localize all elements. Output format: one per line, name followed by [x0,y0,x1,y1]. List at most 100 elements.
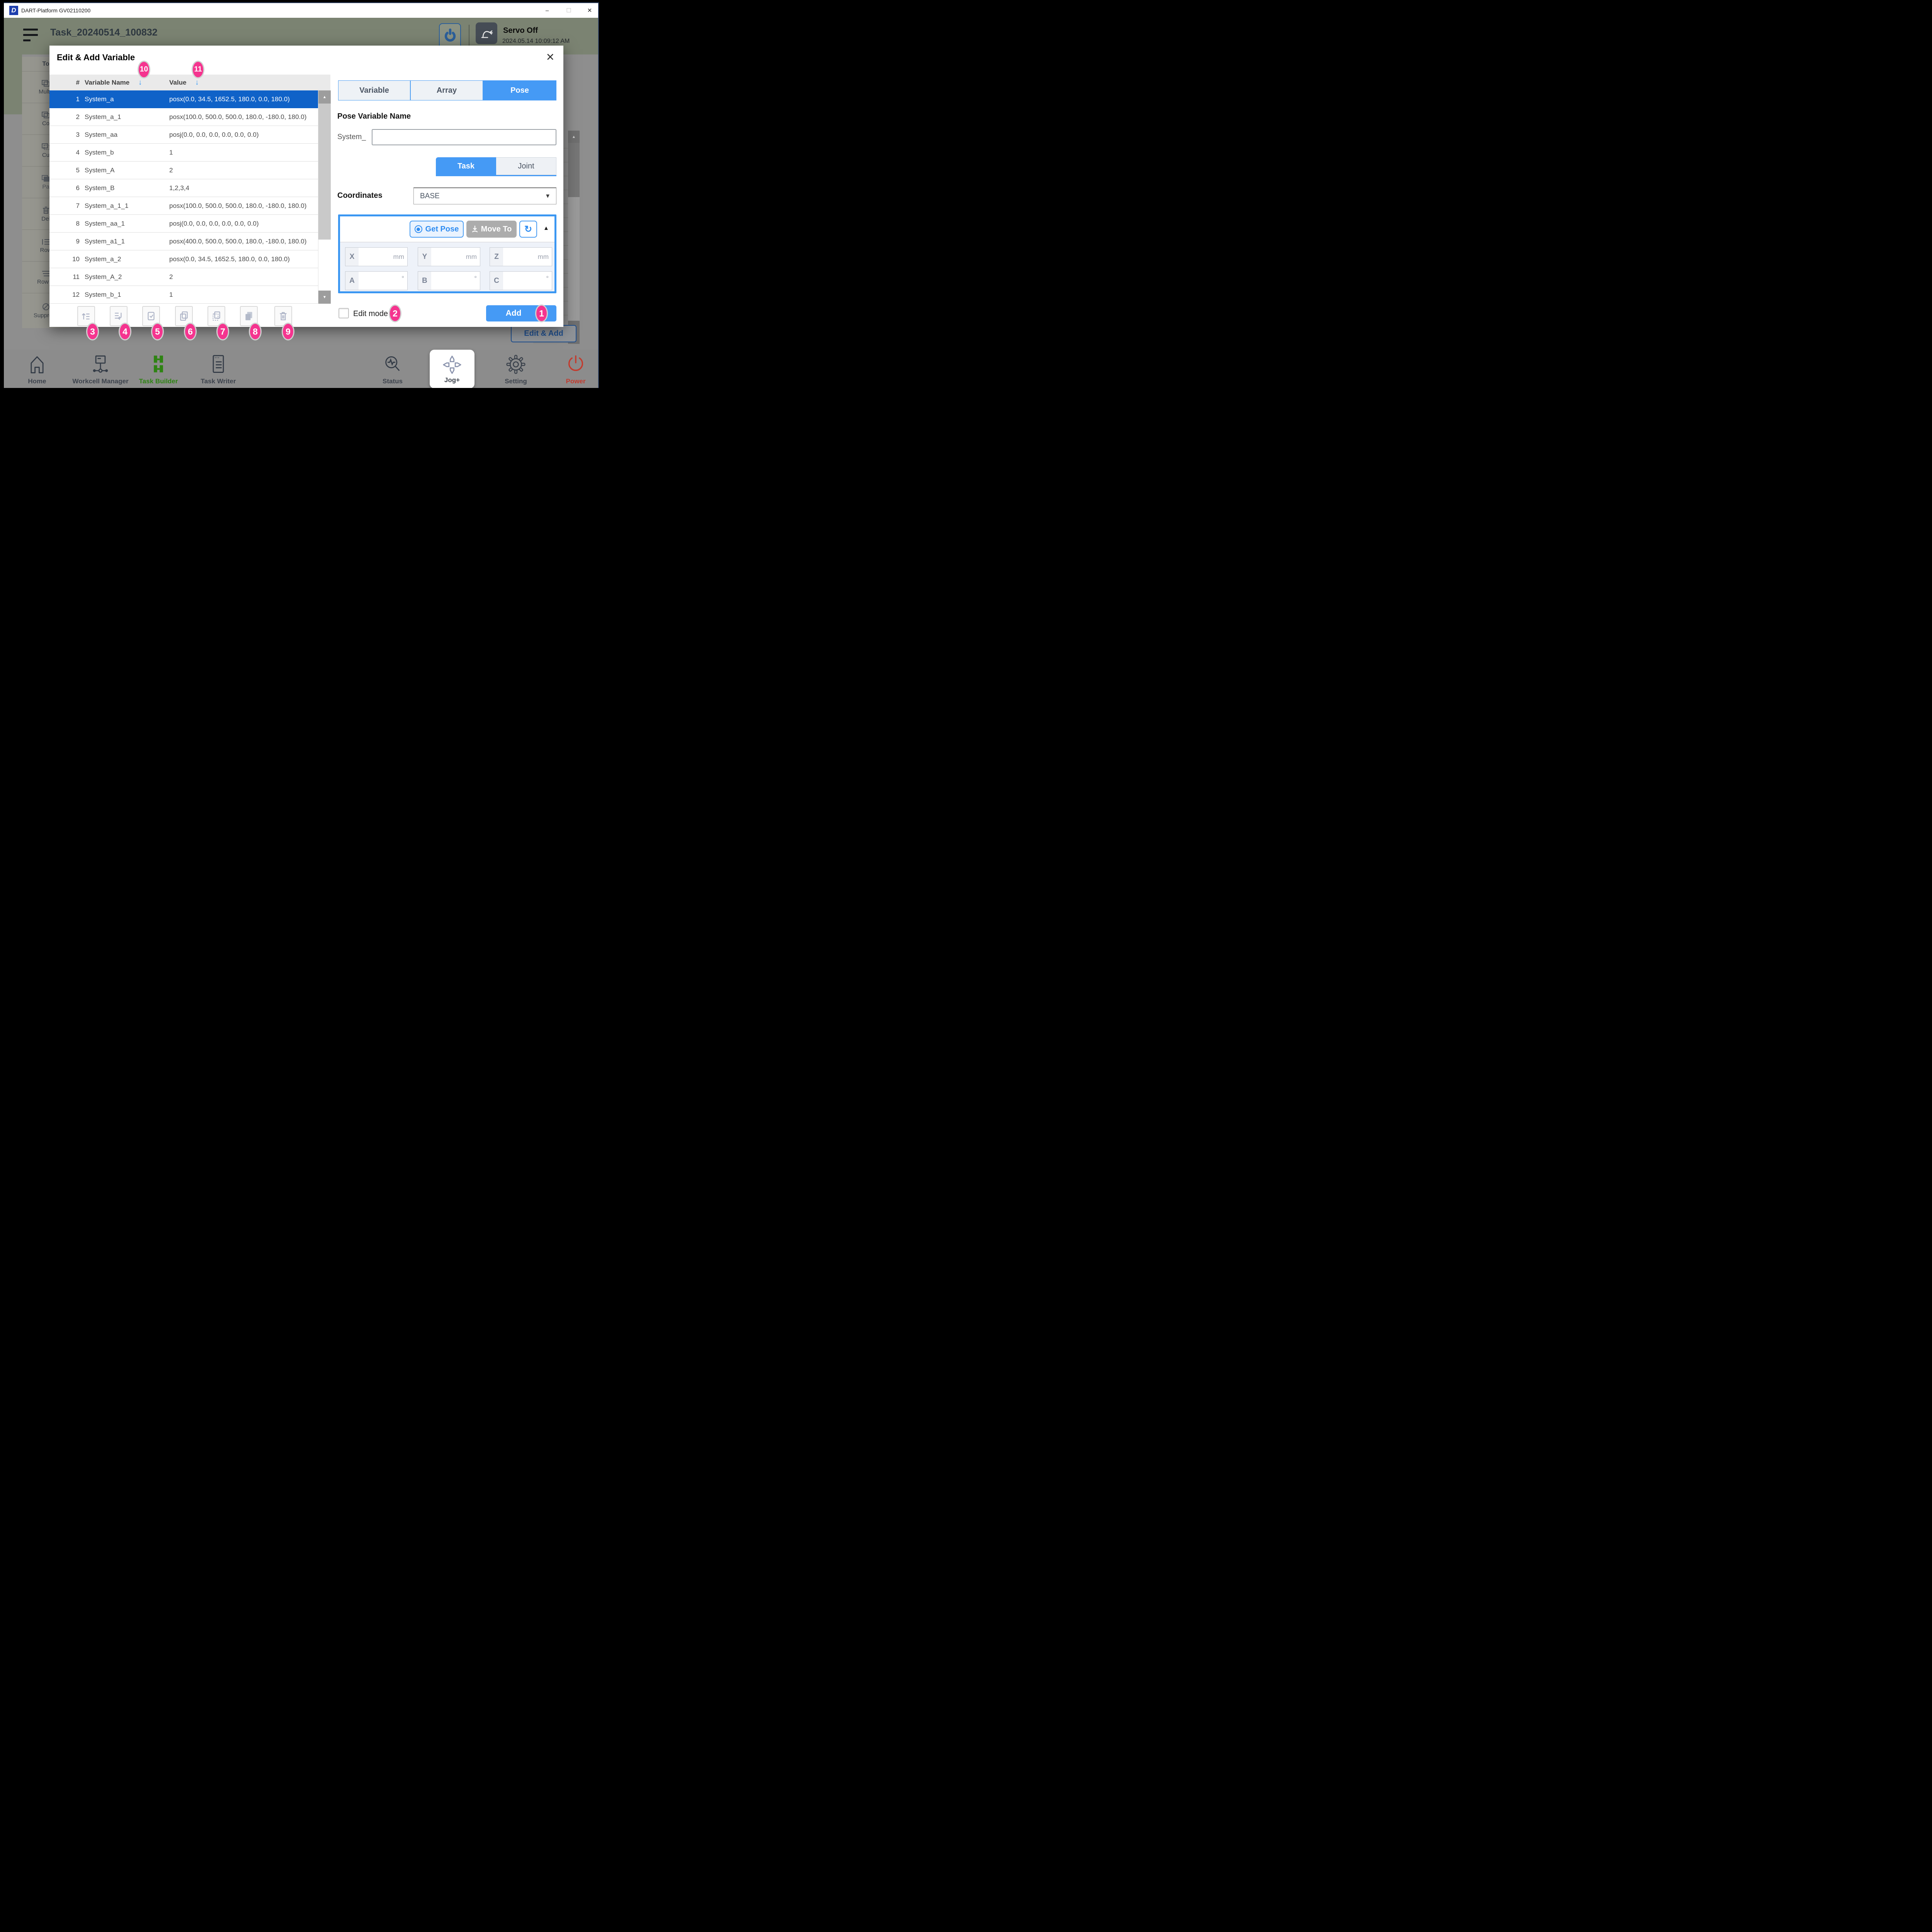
title-bar: D DART-Platform GV02110200 – ☐ ✕ [4,3,598,18]
pose-field-a[interactable]: A° [345,271,408,290]
table-row[interactable]: 6System_B1,2,3,4 [49,179,318,197]
minimize-button[interactable]: – [539,3,556,18]
annotation-badge-9: 9 [282,323,294,340]
tab-joint[interactable]: Joint [496,157,556,175]
maximize-button[interactable]: ☐ [560,3,577,18]
pose-field-x[interactable]: Xmm [345,247,408,266]
annotation-badge-7: 7 [216,323,229,340]
task-builder-icon [148,353,168,376]
row-insert-icon [41,238,51,246]
paste-icon [41,175,51,182]
refresh-button[interactable]: ↻ [519,221,537,238]
col-variable-name: Variable Name [85,79,129,87]
power-icon [566,353,586,376]
annotation-badge-5: 5 [151,323,164,340]
scroll-down-icon[interactable]: ▼ [318,291,331,304]
home-icon [27,353,47,376]
pose-field-c[interactable]: C° [490,271,552,290]
pose-field-y[interactable]: Ymm [418,247,480,266]
table-header: # Variable Name ↓ Value ↓ [49,75,330,90]
coordinates-label: Coordinates [337,191,383,200]
annotation-badge-2: 2 [389,304,401,322]
trash-icon [278,311,289,321]
annotation-badge-11: 11 [192,61,204,78]
background-scrollbar[interactable]: ▲ ▼ [568,131,580,344]
app-window: D DART-Platform GV02110200 – ☐ ✕ Task_20… [4,2,599,388]
table-row[interactable]: 10System_a_2posx(0.0, 34.5, 1652.5, 180.… [49,250,318,268]
background-green-strip [4,54,22,114]
scroll-up-icon[interactable]: ▲ [318,90,331,104]
nav-status[interactable]: Status [369,353,416,385]
edit-and-add-button[interactable]: Edit & Add [511,325,577,342]
insert-below-icon [113,311,124,321]
annotation-badge-10: 10 [138,61,150,78]
table-row[interactable]: 9System_a1_1posx(400.0, 500.0, 500.0, 18… [49,233,318,250]
nav-home[interactable]: Home [14,353,60,385]
table-row[interactable]: 8System_aa_1posj(0.0, 0.0, 0.0, 0.0, 0.0… [49,215,318,233]
scrollbar-thumb[interactable] [318,104,331,240]
table-row[interactable]: 11System_A_22 [49,268,318,286]
table-row[interactable]: 5System_A2 [49,162,318,179]
menu-icon[interactable] [23,29,38,42]
edit-mode-checkbox[interactable] [338,308,349,318]
dialog-title: Edit & Add Variable [57,53,135,63]
table-row[interactable]: 4System_b1 [49,144,318,162]
nav-task-builder[interactable]: Task Builder [133,353,184,385]
sort-value-icon[interactable]: ↓ [195,78,199,87]
nav-setting[interactable]: Setting [493,353,539,385]
gear-icon [506,353,526,376]
annotation-badge-1: 1 [535,304,548,322]
radio-icon [415,225,422,233]
app-title: DART-Platform GV02110200 [21,3,90,18]
suppress-icon [42,303,50,311]
table-row[interactable]: 7System_a_1_1posx(100.0, 500.0, 500.0, 1… [49,197,318,215]
pose-field-z[interactable]: Zmm [490,247,552,266]
check-document-icon [146,311,156,321]
multi-select-icon [41,80,51,87]
tab-array[interactable]: Array [410,80,483,100]
table-row[interactable]: 1System_aposx(0.0, 34.5, 1652.5, 180.0, … [49,90,318,108]
scroll-up-icon[interactable]: ▲ [568,131,580,143]
sort-name-icon[interactable]: ↓ [138,78,142,87]
tab-variable[interactable]: Variable [338,80,410,100]
scrollbar-thumb[interactable] [568,143,580,197]
move-to-button[interactable]: Move To [466,221,517,238]
name-prefix-label: System_ [337,133,366,141]
get-pose-button[interactable]: Get Pose [410,221,464,238]
table-row[interactable]: 3System_aaposj(0.0, 0.0, 0.0, 0.0, 0.0, … [49,126,318,144]
servo-status: Servo Off [503,26,538,35]
bottom-nav-bar: Home Workcell Manager Task Builder Task … [4,350,598,388]
status-icon [383,353,403,376]
close-window-button[interactable]: ✕ [581,3,598,18]
pose-fields-area: Xmm Ymm Zmm A° B° C° [340,242,554,291]
col-value: Value [169,79,186,87]
nav-task-writer[interactable]: Task Writer [193,353,243,385]
dialog-close-icon[interactable]: ✕ [543,50,557,64]
segmented-underline [436,175,556,176]
variable-table: 1System_aposx(0.0, 34.5, 1652.5, 180.0, … [49,90,318,304]
robot-arm-icon[interactable] [476,22,497,44]
marquee-icon [211,311,222,321]
pose-name-input[interactable] [372,129,556,145]
workcell-manager-icon [90,353,111,376]
app-logo-icon: D [9,6,18,15]
table-row[interactable]: 2System_a_1posx(100.0, 500.0, 500.0, 180… [49,108,318,126]
status-timestamp: 2024.05.14 10:09:12 AM [502,38,570,45]
table-row[interactable]: 12System_b_11 [49,286,318,304]
coordinates-dropdown[interactable]: BASE ▼ [413,187,556,204]
table-scrollbar[interactable]: ▲ ▼ [318,90,330,304]
copy-icon [179,311,189,321]
edit-mode-label: Edit mode [353,310,388,318]
cut-icon [41,143,51,151]
nav-power[interactable]: Power [553,353,599,385]
nav-workcell-manager[interactable]: Workcell Manager [70,353,131,385]
collapse-icon[interactable]: ▲ [543,225,549,231]
tab-pose[interactable]: Pose [483,80,556,100]
coordinates-value: BASE [420,192,440,201]
edit-add-variable-dialog: Edit & Add Variable ✕ # Variable Name ↓ … [49,46,563,327]
insert-above-icon [81,311,92,321]
nav-jog-card[interactable]: Jog+ [430,350,474,388]
tab-task[interactable]: Task [436,157,496,175]
jog-dpad-icon [441,354,463,376]
pose-field-b[interactable]: B° [418,271,480,290]
